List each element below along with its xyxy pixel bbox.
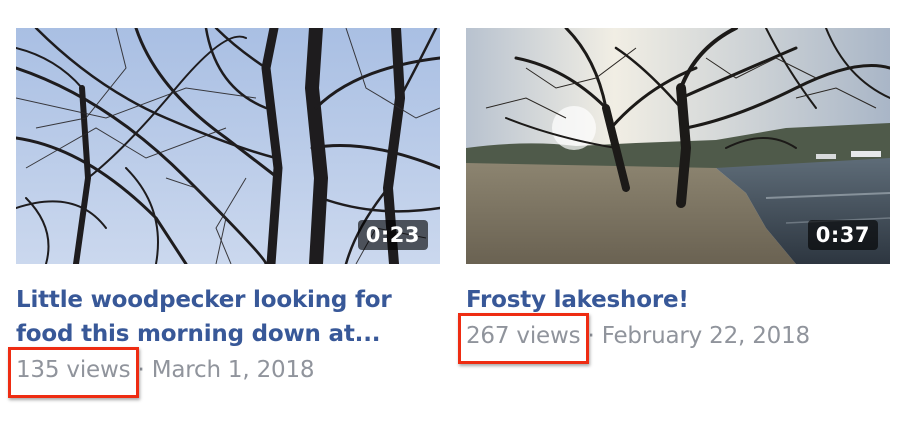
video-title-link[interactable]: Frosty lakeshore! [466,283,890,317]
upload-date: March 1, 2018 [151,357,315,383]
video-title-link[interactable]: Little woodpecker looking for food this … [16,283,440,351]
meta-separator: · [580,323,602,349]
video-thumbnail[interactable]: 0:23 [16,28,440,264]
video-title-line: Little woodpecker looking for [16,287,392,313]
video-meta: 267 views · February 22, 2018 [458,313,890,364]
view-count: 267 views [458,313,590,364]
view-count: 135 views [8,347,140,398]
view-count-text: 135 views [16,357,131,383]
upload-date: February 22, 2018 [601,323,810,349]
video-meta: 135 views · March 1, 2018 [8,347,440,398]
video-thumbnail[interactable]: 0:37 [466,28,890,264]
view-count-text: 267 views [466,323,581,349]
video-duration: 0:37 [807,220,878,250]
video-card: 0:23 Little woodpecker looking for food … [8,28,440,398]
video-card: 0:37 Frosty lakeshore! 267 views · Febru… [458,28,890,364]
video-title-line: Frosty lakeshore! [466,287,689,313]
video-duration: 0:23 [357,220,428,250]
video-title-line: food this morning down at... [16,321,381,347]
meta-separator: · [130,357,152,383]
